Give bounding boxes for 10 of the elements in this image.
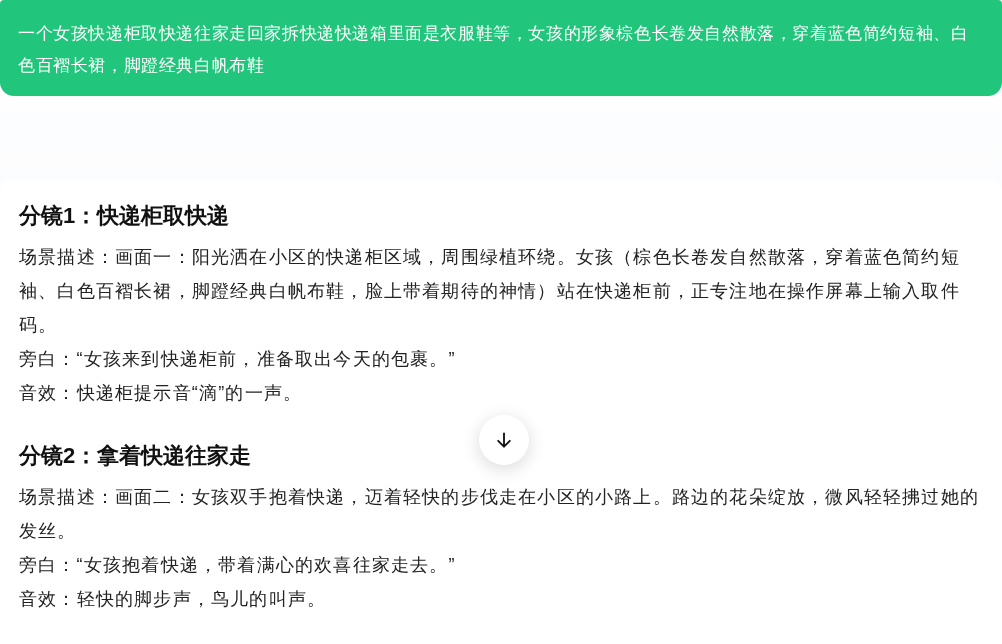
section-heading: 分镜2：拿着快递往家走 (19, 442, 252, 470)
arrow-down-icon (494, 430, 514, 450)
paragraph: 音效：快递柜提示音“滴”的一声。 (19, 382, 304, 405)
paragraph: 音效：轻快的脚步声，鸟儿的叫声。 (19, 588, 328, 611)
prompt-bubble: 一个女孩快递柜取快递往家走回家拆快递快递箱里面是衣服鞋等，女孩的形象棕色长卷发自然散落，穿着蓝色简约短袖、白色百褶长裙，脚蹬经典白帆布鞋 (0, 0, 1002, 96)
paragraph: 旁白：“女孩来到快递柜前，准备取出今天的包裹。” (19, 348, 457, 371)
paragraph: 场景描述：画面一：阳光洒在小区的快递柜区域，周围绿植环绕。女孩（棕色长卷发自然散落，穿着蓝色简约短袖、白色百褶长裙，脚蹬经典白帆布鞋，脸上带着期待的神情）站在快递柜前，正专注地在操作屏幕上输入取件码。 (19, 246, 961, 337)
paragraph: 旁白：“女孩抱着快递，带着满心的欢喜往家走去。” (19, 554, 457, 577)
section-heading: 分镜1：快递柜取快递 (19, 202, 230, 230)
paragraph: 场景描述：画面二：女孩双手抱着快递，迈着轻快的步伐走在小区的小路上。路边的花朵绽放，微风轻轻拂过她的发丝。 (19, 486, 980, 543)
